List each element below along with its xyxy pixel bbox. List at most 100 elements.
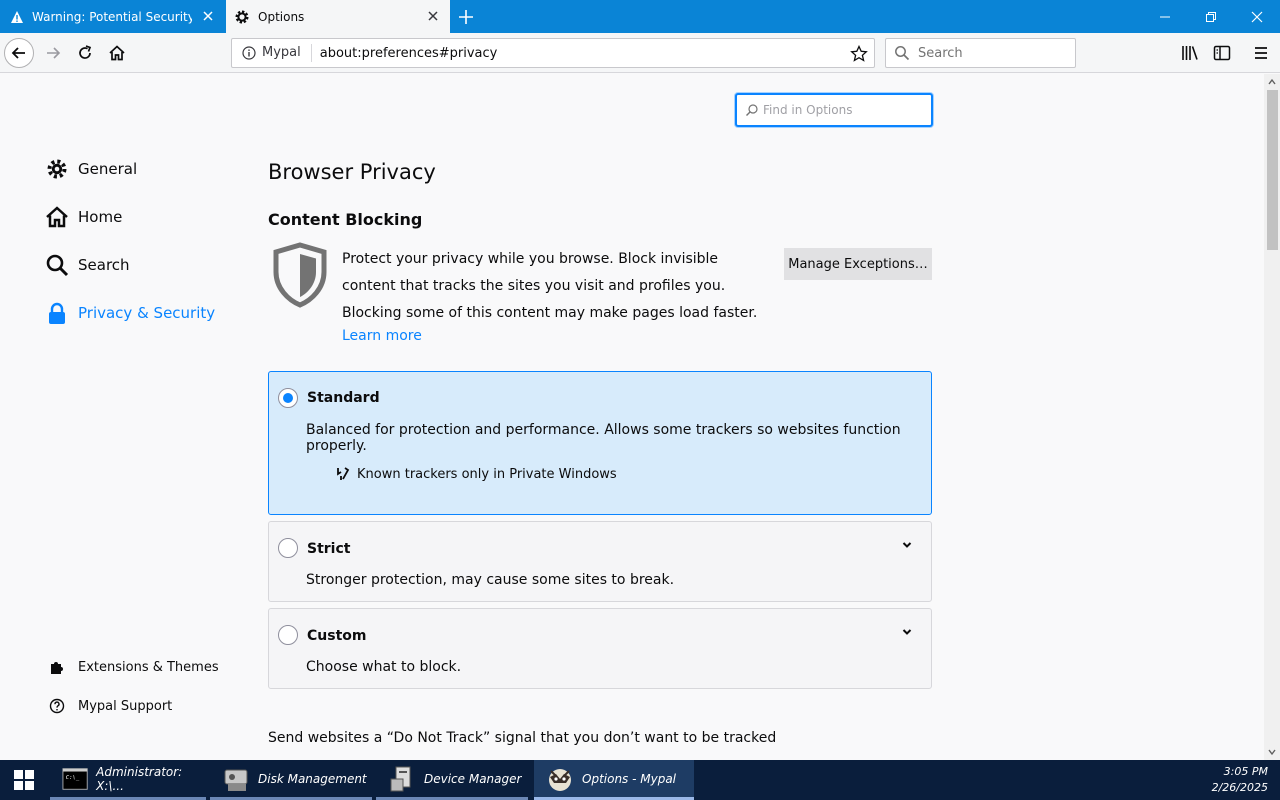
minimize-icon xyxy=(1160,16,1170,17)
chevron-down-icon[interactable] xyxy=(901,626,913,638)
option-standard[interactable]: Standard Balanced for protection and per… xyxy=(268,371,932,515)
taskbar-item-cmd[interactable]: C:\_ Administrator: X:\... xyxy=(50,760,206,800)
scroll-up-icon[interactable] xyxy=(1268,78,1276,86)
footer-link-label: Mypal Support xyxy=(78,698,173,714)
forward-button[interactable] xyxy=(38,38,68,68)
category-general[interactable]: General xyxy=(44,156,137,182)
category-label: Search xyxy=(78,256,130,274)
category-label: Home xyxy=(78,208,123,226)
category-label: General xyxy=(78,160,138,178)
option-title: Custom xyxy=(307,628,367,644)
search-icon xyxy=(44,252,70,278)
arrow-right-icon xyxy=(47,47,61,59)
option-strict[interactable]: Strict Stronger protection, may cause so… xyxy=(268,521,932,602)
arrow-left-icon xyxy=(11,47,25,59)
content-blocking-description: Protect your privacy while you browse. B… xyxy=(342,251,758,321)
option-title: Standard xyxy=(307,390,380,406)
restore-icon xyxy=(1206,11,1216,22)
extensions-themes-link[interactable]: Extensions & Themes xyxy=(48,658,219,676)
taskbar-item-mypal[interactable]: Options - Mypal xyxy=(534,760,694,800)
new-tab-icon[interactable] xyxy=(455,6,477,28)
tab-options[interactable]: Options xyxy=(226,0,450,33)
page-scrollbar[interactable] xyxy=(1264,74,1280,760)
section-title: Content Blocking xyxy=(268,210,423,229)
gear-icon xyxy=(44,156,70,182)
search-bar[interactable]: Search xyxy=(885,38,1076,68)
radio-strict[interactable] xyxy=(278,538,298,558)
category-label: Privacy & Security xyxy=(78,304,216,322)
warning-icon xyxy=(11,10,23,23)
option-description: Stronger protection, may cause some site… xyxy=(306,572,675,588)
radio-custom[interactable] xyxy=(278,625,298,645)
back-button[interactable] xyxy=(4,38,34,68)
search-placeholder: Search xyxy=(918,45,963,61)
navigation-toolbar: Mypal about:preferences#privacy Search xyxy=(0,33,1280,73)
hamburger-menu-icon[interactable] xyxy=(1251,43,1271,63)
tab-title: Warning: Potential Security Risk A xyxy=(32,9,192,24)
close-window-button[interactable] xyxy=(1234,0,1280,33)
chevron-down-icon[interactable] xyxy=(901,539,913,551)
shield-icon xyxy=(273,242,327,308)
find-placeholder: Find in Options xyxy=(763,103,853,117)
puzzle-icon xyxy=(48,658,66,676)
option-custom[interactable]: Custom Choose what to block. xyxy=(268,608,932,689)
lock-icon xyxy=(44,300,70,326)
terminal-icon: C:\_ xyxy=(62,767,88,790)
library-icon[interactable] xyxy=(1180,43,1200,63)
restore-button[interactable] xyxy=(1188,0,1234,33)
home-icon xyxy=(44,204,70,230)
search-icon xyxy=(746,104,758,116)
find-in-options-input[interactable]: Find in Options xyxy=(735,93,933,127)
tab-strip: Warning: Potential Security Risk A Optio… xyxy=(0,0,1280,33)
taskbar-item-device-manager[interactable]: Device Manager xyxy=(376,760,528,800)
close-icon xyxy=(1251,11,1263,22)
svg-text:C:\_: C:\_ xyxy=(66,775,80,781)
do-not-track-label: Send websites a “Do Not Track” signal th… xyxy=(268,730,777,746)
taskbar-item-label: Disk Management xyxy=(258,771,367,786)
scroll-down-icon[interactable] xyxy=(1268,748,1276,756)
home-button[interactable] xyxy=(102,38,132,68)
manage-exceptions-button[interactable]: Manage Exceptions… xyxy=(784,248,932,280)
start-button[interactable] xyxy=(0,760,48,800)
footer-link-label: Extensions & Themes xyxy=(78,659,219,675)
close-icon[interactable] xyxy=(426,9,440,23)
taskbar-item-disk-management[interactable]: Disk Management xyxy=(210,760,372,800)
close-icon[interactable] xyxy=(201,9,215,23)
gear-icon xyxy=(235,10,249,23)
system-clock[interactable]: 3:05 PM 2/26/2025 xyxy=(1212,764,1268,796)
taskbar: C:\_ Administrator: X:\... Disk Manageme… xyxy=(0,760,1280,800)
url-text[interactable]: about:preferences#privacy xyxy=(320,46,498,61)
taskbar-item-label: Device Manager xyxy=(424,771,522,786)
tracker-icon xyxy=(337,467,350,480)
site-identity-label[interactable]: Mypal xyxy=(262,44,312,62)
mypal-support-link[interactable]: Mypal Support xyxy=(48,697,172,715)
sidebar-icon[interactable] xyxy=(1212,43,1232,63)
reload-icon xyxy=(79,45,92,59)
clock-time: 3:05 PM xyxy=(1223,765,1268,778)
scrollbar-thumb[interactable] xyxy=(1267,90,1278,250)
category-search[interactable]: Search xyxy=(44,252,130,278)
minimize-button[interactable] xyxy=(1142,0,1188,33)
star-icon[interactable] xyxy=(850,45,868,63)
tab-security-warning[interactable]: Warning: Potential Security Risk A xyxy=(0,0,225,33)
url-bar[interactable]: Mypal about:preferences#privacy xyxy=(231,38,875,68)
mypal-logo-icon xyxy=(549,768,571,791)
category-home[interactable]: Home xyxy=(44,204,122,230)
reload-button[interactable] xyxy=(70,38,100,68)
category-privacy-security[interactable]: Privacy & Security xyxy=(44,300,215,326)
device-manager-icon xyxy=(390,766,411,791)
option-detail: Known trackers only in Private Windows xyxy=(335,466,617,482)
taskbar-item-label: Administrator: X:\... xyxy=(96,764,183,793)
page-title: Browser Privacy xyxy=(268,160,436,184)
tab-title: Options xyxy=(258,9,305,24)
info-icon[interactable] xyxy=(242,46,256,60)
learn-more-link[interactable]: Learn more xyxy=(342,328,422,344)
option-description: Choose what to block. xyxy=(306,659,462,675)
search-icon xyxy=(895,46,910,61)
clock-date: 2/26/2025 xyxy=(1211,781,1268,794)
option-title: Strict xyxy=(307,541,351,557)
radio-standard[interactable] xyxy=(278,388,298,408)
option-description: Balanced for protection and performance.… xyxy=(306,422,901,454)
windows-logo-icon xyxy=(14,770,34,790)
taskbar-item-label: Options - Mypal xyxy=(582,771,677,786)
